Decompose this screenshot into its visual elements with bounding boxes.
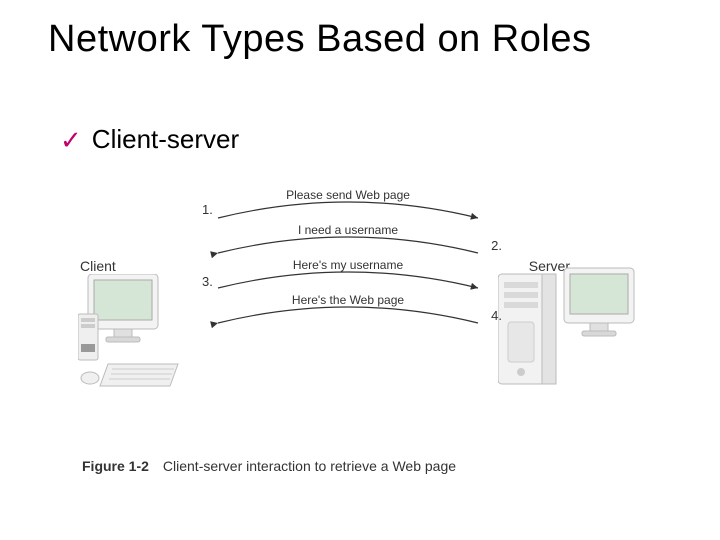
figure-caption-text: Client-server interaction to retrieve a …	[163, 458, 456, 474]
message-1: Please send Web page	[248, 188, 448, 202]
figure-caption: Figure 1-2 Client-server interaction to r…	[82, 458, 456, 474]
step-number-1: 1.	[202, 202, 213, 217]
checkmark-icon: ✓	[60, 127, 82, 153]
client-label: Client	[80, 258, 116, 274]
step-number-2: 2.	[491, 238, 502, 253]
server-computer-icon	[498, 264, 638, 399]
message-3: Here's my username	[248, 258, 448, 272]
message-4: Here's the Web page	[248, 293, 448, 307]
bullet-item: ✓ Client-server	[60, 124, 239, 155]
figure-client-server: Client Server	[78, 188, 638, 478]
page-title: Network Types Based on Roles	[48, 18, 591, 61]
step-number-3: 3.	[202, 274, 213, 289]
message-2: I need a username	[248, 223, 448, 237]
client-computer-icon	[78, 274, 188, 399]
step-number-4: 4.	[491, 308, 502, 323]
figure-number: Figure 1-2	[82, 458, 149, 474]
bullet-text: Client-server	[92, 124, 239, 155]
interaction-arrows: 1. Please send Web page 2. I need a user…	[198, 188, 498, 358]
